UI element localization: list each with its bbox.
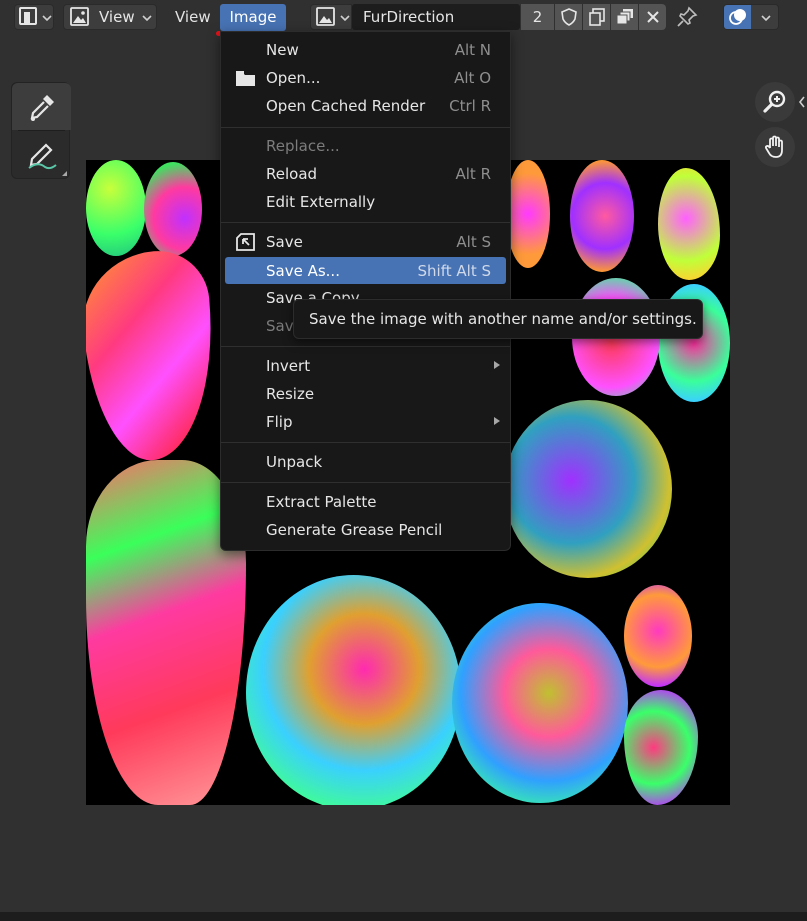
editor-bottom-edge (0, 912, 807, 921)
image-editor-icon (19, 7, 37, 25)
menu-item-replace: Replace... (266, 136, 340, 155)
chevron-down-icon (340, 15, 350, 22)
fake-user-button[interactable] (555, 4, 582, 30)
tool-sample[interactable] (12, 83, 71, 130)
duplicate-icon (588, 8, 605, 26)
menu-separator (221, 442, 510, 443)
chevron-down-icon (761, 15, 771, 22)
menu-item-reload[interactable]: Reload Alt R (225, 160, 506, 187)
submenu-arrow-icon (494, 361, 500, 369)
menu-item-save-as[interactable]: Save As... Shift Alt S (225, 257, 506, 284)
uv-island (452, 603, 628, 803)
menu-separator (221, 346, 510, 347)
close-icon (646, 11, 659, 23)
menu-item-open[interactable]: Open... Alt O (225, 64, 506, 91)
tool-shelf (11, 82, 71, 179)
duplicate-image-button[interactable] (583, 4, 610, 30)
overlay-toggle[interactable] (723, 4, 779, 30)
chevron-left-icon[interactable] (797, 95, 807, 109)
image-browse-button[interactable] (310, 4, 352, 30)
chevron-down-icon (42, 15, 52, 22)
uv-island (624, 585, 692, 687)
stack-icon (616, 9, 633, 25)
save-icon (236, 233, 255, 251)
menu-item-save[interactable]: Save Alt S (225, 228, 506, 255)
uv-island (86, 160, 146, 256)
submenu-arrow-icon (494, 417, 500, 425)
image-icon (316, 7, 335, 26)
menu-separator (221, 127, 510, 128)
overlay-icon (728, 9, 746, 25)
shield-icon (560, 8, 577, 26)
zoom-in-icon (763, 90, 786, 113)
hand-icon (764, 135, 783, 158)
menu-item-unpack[interactable]: Unpack (225, 448, 506, 475)
pin-icon (677, 6, 698, 27)
uv-island (624, 690, 698, 805)
uv-island (504, 400, 672, 578)
menu-item-open-cached-render[interactable]: Open Cached Render Ctrl R (225, 92, 506, 119)
new-image-button[interactable] (611, 4, 638, 30)
menu-item-flip[interactable]: Flip (225, 408, 506, 435)
view-mode-selector[interactable]: View (63, 4, 157, 30)
menu-separator (221, 222, 510, 223)
menu-separator (221, 482, 510, 483)
annotate-icon (27, 142, 57, 169)
chevron-down-icon (142, 15, 152, 22)
image-icon (70, 7, 89, 26)
view-mode-label: View (99, 8, 135, 26)
image-name-field[interactable]: FurDirection (352, 4, 520, 30)
menu-image[interactable]: Image (220, 4, 286, 31)
zoom-button[interactable] (755, 82, 795, 122)
uv-island (246, 575, 461, 805)
pin-button[interactable] (676, 6, 700, 30)
uv-island (144, 162, 202, 256)
image-editor-header: View View Image FurDirection 2 (0, 0, 807, 35)
image-menu-dropdown: New Alt N Open... Alt O Open Cached Rend… (220, 31, 511, 551)
menu-item-new[interactable]: New Alt N (225, 36, 506, 63)
eyedropper-icon (30, 94, 54, 121)
menu-view[interactable]: View (175, 4, 211, 30)
menu-item-resize[interactable]: Resize (225, 380, 506, 407)
menu-item-generate-grease-pencil[interactable]: Generate Grease Pencil (225, 516, 506, 543)
save-as-tooltip: Save the image with another name and/or … (293, 299, 703, 339)
folder-icon (236, 71, 255, 86)
user-count-field[interactable]: 2 (521, 4, 554, 30)
pan-button[interactable] (755, 127, 795, 167)
unlink-image-button[interactable] (639, 4, 666, 30)
uv-island (506, 160, 550, 268)
uv-island (658, 168, 720, 280)
menu-item-extract-palette[interactable]: Extract Palette (225, 488, 506, 515)
menu-item-edit-externally[interactable]: Edit Externally (225, 188, 506, 215)
uv-island (570, 160, 634, 272)
menu-item-invert[interactable]: Invert (225, 352, 506, 379)
uv-island (86, 246, 223, 466)
editor-type-selector[interactable] (14, 4, 54, 30)
